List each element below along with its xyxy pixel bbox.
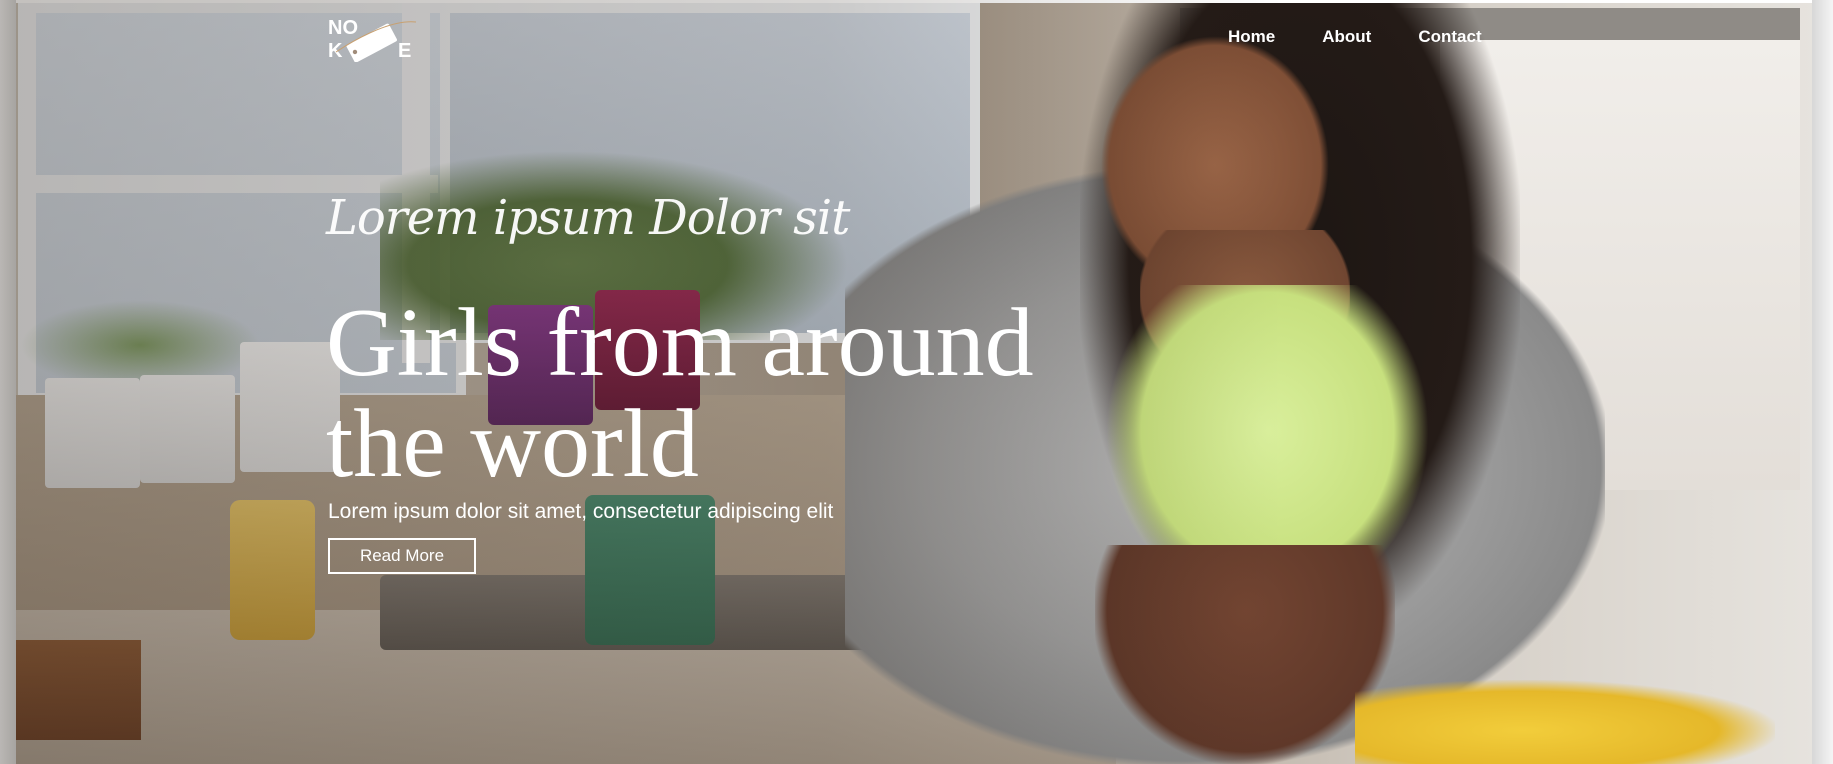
nav-home-link[interactable]: Home [1228, 26, 1275, 48]
hero-section: NO K E Home About Contact Lorem ipsum Do… [0, 0, 1833, 764]
nav-about-link[interactable]: About [1322, 26, 1371, 48]
main-nav: Home About Contact [1228, 26, 1482, 48]
read-more-button[interactable]: Read More [328, 538, 476, 574]
logo-text-bottom-right: E [398, 40, 411, 62]
logo-text-bottom: K [328, 40, 343, 62]
hero-subtext: Lorem ipsum dolor sit amet, consectetur … [328, 500, 834, 523]
nav-contact-link[interactable]: Contact [1418, 26, 1481, 48]
hero-tagline: Lorem ipsum Dolor sit [326, 190, 850, 246]
logo-text-top: NO [328, 17, 358, 39]
logo-link[interactable]: NO K E [328, 14, 418, 63]
hero-headline: Girls from around the world [326, 289, 1034, 498]
tag-logo-icon: NO K E [328, 17, 417, 63]
